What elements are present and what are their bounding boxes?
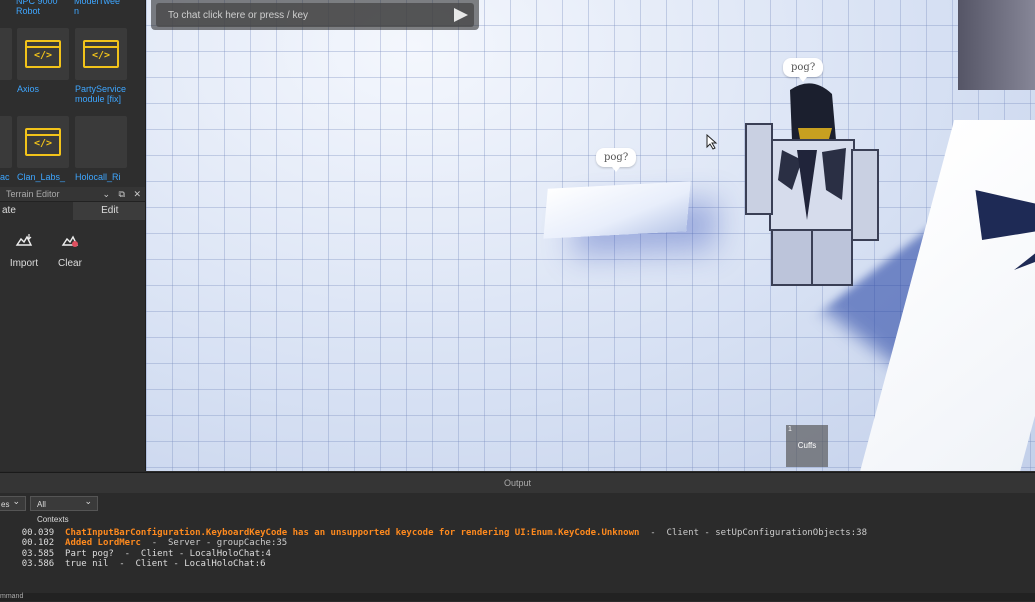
toolbox-item-npc-robot[interactable]: NPC 9000 Robot [16,0,82,16]
command-bar[interactable]: mmand [0,593,1035,601]
terrain-editor-panel: Terrain Editor ⌄ ⧉ ✕ ate Edit Import Cle… [0,187,146,471]
toolbox-item-partyservice[interactable]: PartyService module [fix] [75,84,141,104]
import-icon [15,234,33,246]
log-line[interactable]: 03.586 true nil - Client - LocalHoloChat… [0,549,266,581]
toolbox-panel: NPC 9000 Robot ModelTwee n </> </> Axios… [0,0,146,187]
tab-edit[interactable]: Edit [72,202,145,220]
toolbox-item-label: Holocall_Ri [75,172,121,182]
part-bubble-text: pog? [604,152,629,163]
chat-input[interactable] [156,3,474,27]
terrain-editor-titlebar: Terrain Editor ⌄ ⧉ ✕ [0,187,145,202]
toolbox-tile-clan-labs[interactable]: </> [17,116,69,168]
toolbox-item-axios[interactable]: Axios [17,84,83,94]
avatar-bubble-text: pog? [791,62,816,73]
send-icon[interactable] [454,8,468,22]
toolbox-item-holocall[interactable]: Holocall_Ri [75,172,141,182]
avatar-chat-bubble: pog? [783,58,824,82]
clear-tool-button[interactable]: Clear [50,233,90,269]
script-module-icon: </> [25,128,61,156]
context-dropdown[interactable]: All Contexts [30,494,98,524]
output-title: Output [0,473,1035,493]
game-viewport[interactable]: pog? pog? 1 Cuffs [146,0,1035,471]
log-source: - Client - setUpConfigurationObjects:38 [639,527,867,538]
message-type-dropdown[interactable]: es [0,494,26,511]
log-timestamp: 03.586 [21,559,55,569]
toolbox-item-label: PartyService module [fix] [75,84,127,104]
building-part [958,0,1035,90]
mouse-cursor-icon [706,134,718,150]
hotbar-slot-label: Cuffs [797,441,817,450]
hotbar-slot-number: 1 [788,426,792,433]
toolbox-tile-axios[interactable]: </> [17,28,69,80]
toolbox-item-label: Axios [17,84,40,94]
import-label: Import [9,258,39,269]
output-panel: Output es All Contexts 00.039 ChatInputB… [0,472,1035,602]
script-module-icon: </> [83,40,119,68]
toolbox-item-modeltween[interactable]: ModelTwee n [74,0,140,16]
tab-create[interactable]: ate [0,202,73,220]
log-message: true nil - Client - LocalHoloChat:6 [65,559,266,569]
pog-part[interactable] [543,181,691,239]
terrain-editor-title: Terrain Editor [6,189,60,199]
player-avatar[interactable] [742,80,882,290]
clear-label: Clear [58,258,82,269]
toolbox-item-label: ac [0,172,10,182]
toolbox-tile-holocall[interactable] [75,116,127,168]
toolbox-item-label: Clan_Labs_ [17,172,66,182]
clear-icon [61,235,79,247]
toolbox-tile-partial[interactable] [0,28,12,80]
script-module-icon: </> [25,40,61,68]
terrain-tabs: ate Edit [0,202,145,220]
part-chat-bubble: pog? [596,148,637,172]
toolbox-tile-partyservice[interactable]: </> [75,28,127,80]
popout-icon[interactable]: ⧉ [119,189,125,199]
chevron-down-icon[interactable]: ⌄ [102,189,110,199]
toolbox-tile-partial[interactable] [0,116,12,168]
hotbar-slot-cuffs[interactable]: 1 Cuffs [786,425,828,467]
close-icon[interactable]: ✕ [133,189,141,199]
chat-bar [151,0,479,30]
output-filters: es All Contexts [0,493,1035,524]
command-label: mmand [0,593,24,600]
toolbox-item-label: ModelTwee n [74,0,121,16]
toolbox-item-label: NPC 9000 Robot [16,0,58,16]
import-tool-button[interactable]: Import [4,233,44,269]
decal-image [975,190,1035,270]
toolbox-item-clan-labs[interactable]: Clan_Labs_ [17,172,83,182]
